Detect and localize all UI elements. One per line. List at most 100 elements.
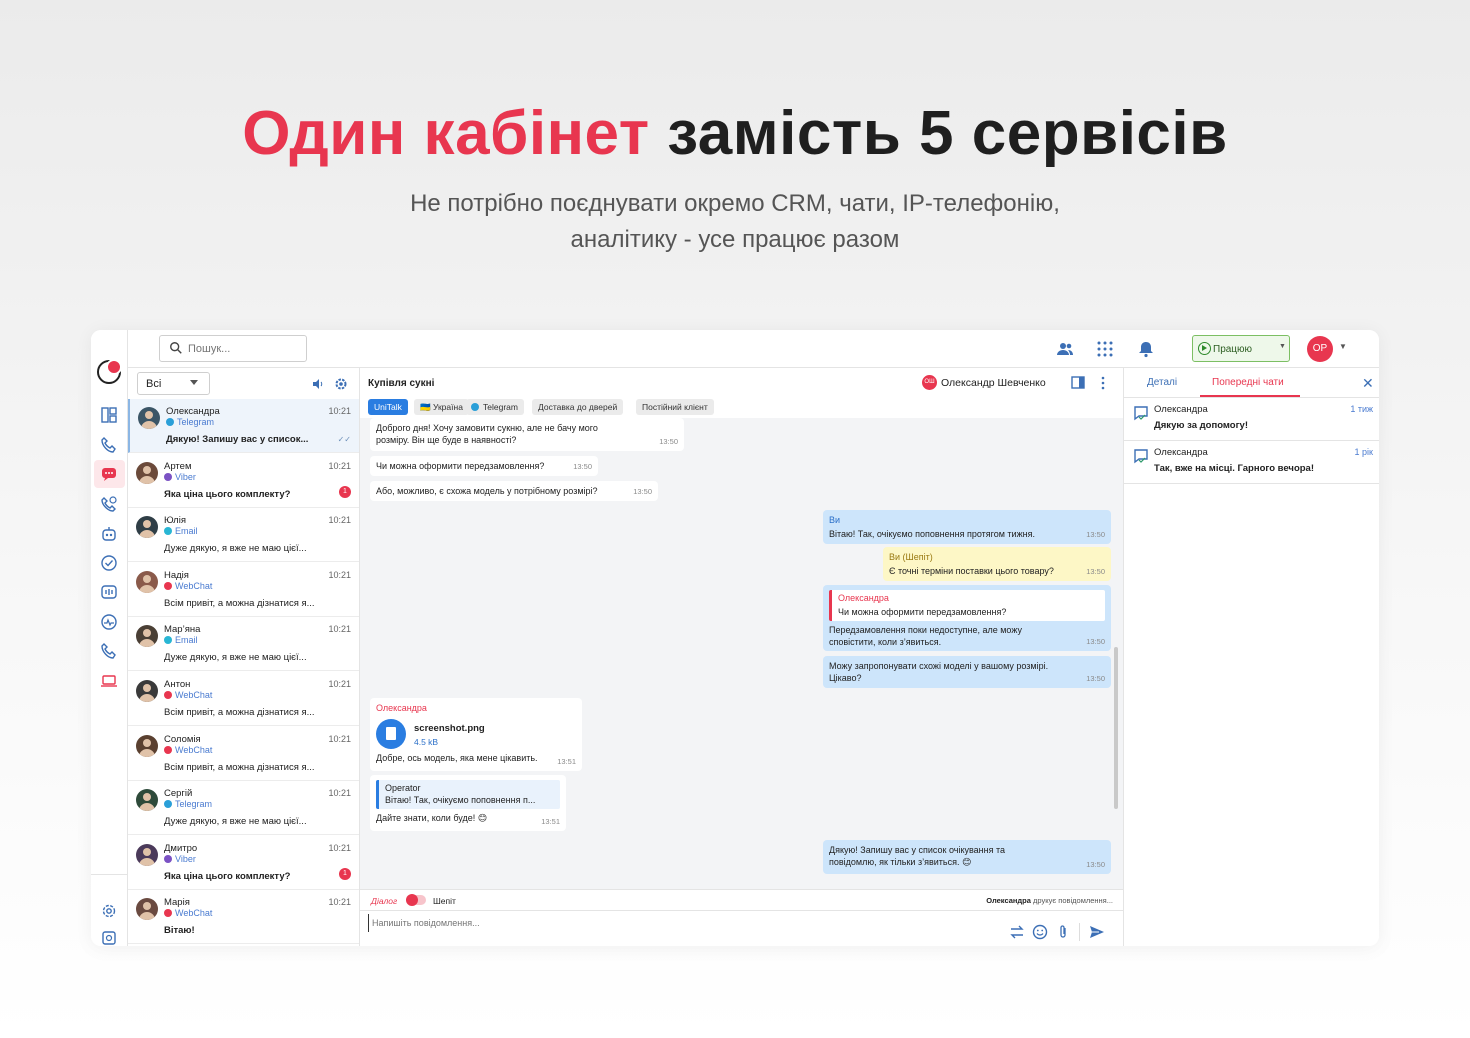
panel-toggle-icon[interactable] (1071, 376, 1085, 389)
check-circle-icon[interactable] (100, 554, 118, 572)
filter-dropdown[interactable]: Всі (137, 372, 210, 395)
previous-chat-message: Дякую за допомогу! (1154, 420, 1248, 431)
conversation-channel: Viber (164, 854, 196, 864)
search-box[interactable] (159, 335, 307, 362)
agent-name[interactable]: Олександр Шевченко (941, 377, 1046, 389)
file-attachment[interactable]: screenshot.png 4.5 kB (376, 718, 576, 753)
conversation-preview: Дякую! Запишу вас у список... (166, 434, 309, 445)
nav-divider (91, 874, 128, 875)
tag-unitalk[interactable]: UniTalk (368, 399, 408, 415)
conversation-time: 10:21 (328, 460, 351, 471)
conversation-item[interactable]: Дмитро Viber 10:21 Яка ціна цього комплекту… (128, 836, 359, 890)
laptop-icon[interactable] (100, 672, 118, 690)
emoji-icon[interactable] (1032, 924, 1048, 940)
message-text: Доброго дня! Хочу замовити сукню, але не… (376, 423, 598, 445)
channel-icon (164, 800, 172, 809)
previous-chat-message: Так, вже на місці. Гарного вечора! (1154, 463, 1314, 474)
tag-telegram[interactable]: Telegram (466, 399, 524, 415)
bot-icon[interactable] (100, 525, 118, 543)
attachment-icon[interactable] (1055, 924, 1071, 940)
mode-toggle[interactable] (406, 894, 426, 906)
billing-icon[interactable] (100, 928, 118, 946)
channel-label: WebChat (175, 908, 213, 919)
gear-icon[interactable] (100, 902, 118, 920)
analytics-icon[interactable] (100, 613, 118, 631)
apps-grid-icon[interactable] (1096, 340, 1114, 358)
conversation-channel: Viber (164, 472, 196, 482)
previous-chat-item[interactable]: Олександра 1 тиж Дякую за допомогу! (1124, 398, 1379, 441)
tag-delivery[interactable]: Доставка до дверей (532, 399, 624, 415)
message-text: Є точні терміни поставки цього товару? (889, 565, 1054, 576)
sound-icon[interactable] (312, 378, 324, 390)
channel-label: WebChat (175, 744, 213, 755)
play-icon (1198, 342, 1211, 355)
conversation-preview: Всім привіт, а можна дізнатися я... (164, 707, 315, 718)
app-logo[interactable] (97, 359, 122, 384)
quoted-message[interactable]: Олександра Чи можна оформити передзамовл… (829, 590, 1105, 621)
conversation-time: 10:21 (328, 842, 351, 853)
chat-icon[interactable] (100, 465, 118, 483)
call-history-icon[interactable] (100, 495, 118, 513)
unread-badge: 1 (339, 485, 351, 498)
conversation-item[interactable]: Мар’яна Email 10:21 Дуже дякую, я вже не ма… (128, 617, 359, 672)
quote-text: Чи можна оформити передзамовлення? (838, 606, 1007, 617)
conversation-time: 10:21 (328, 679, 351, 689)
file-icon (376, 718, 406, 749)
conversation-preview: Вітаю! (164, 925, 195, 937)
conversation-item[interactable]: Антон WebChat 10:21 Всім привіт, а можна ді… (128, 672, 359, 726)
conversation-time: 10:21 (328, 515, 351, 526)
scrollbar[interactable] (1114, 647, 1118, 809)
tag-regular-client[interactable]: Постійний клієнт (636, 399, 714, 415)
agent-avatar: ОШ (922, 375, 937, 390)
avatar (136, 680, 158, 702)
channel-icon (164, 581, 172, 590)
conversation-channel: Email (164, 635, 198, 645)
close-icon[interactable]: ✕ (1362, 375, 1374, 392)
quoted-message[interactable]: Operator Вітаю! Так, очікуємо поповнення… (376, 780, 560, 809)
quote-text: Вітаю! Так, очікуємо поповнення п... (385, 794, 536, 805)
message-time: 13:51 (557, 756, 576, 766)
conversation-preview: Всім привіт, а можна дізнатися я... (164, 761, 315, 773)
conversation-time: 10:21 (328, 624, 351, 635)
send-icon[interactable] (1089, 924, 1105, 940)
status-label: Працюю (1213, 344, 1253, 355)
tab-previous-chats[interactable]: Попередні чати (1212, 377, 1284, 388)
conversation-time: 10:21 (328, 406, 351, 416)
gear-icon[interactable] (334, 377, 348, 391)
conversation-item[interactable]: Надія WebChat 10:21 Всім привіт, а можна ді… (128, 563, 359, 617)
user-avatar[interactable]: ОР (1307, 336, 1333, 362)
previous-chat-item[interactable]: Олександра 1 рік Так, вже на місці. Гарног… (1124, 441, 1379, 484)
tab-details[interactable]: Деталі (1147, 377, 1177, 388)
voice-icon[interactable] (100, 583, 118, 601)
bell-icon[interactable] (1137, 340, 1155, 358)
message-input[interactable] (368, 914, 988, 932)
tag-ukraine[interactable]: 🇺🇦 Україна (414, 399, 469, 415)
channel-label: Telegram (177, 417, 215, 427)
conversation-item[interactable]: Марія WebChat 10:21 Вітаю! (128, 890, 359, 945)
swap-icon[interactable] (1009, 924, 1025, 940)
hero-subtitle-line1: Не потрібно поєднувати окремо CRM, чати,… (410, 190, 1060, 217)
message-incoming-file: Олександра screenshot.png 4.5 kB Добре, … (370, 698, 582, 771)
conversation-name: Соломія (164, 733, 201, 745)
details-panel: Деталі Попередні чати ✕ Олександра 1 тиж Д… (1123, 368, 1379, 946)
mode-dialog-label[interactable]: Діалог (371, 896, 397, 906)
conversation-item[interactable]: Сергій Telegram 10:21 Дуже дякую, я вже не … (128, 781, 359, 836)
conversation-item[interactable]: Артем Viber 10:21 Яка ціна цього комплекту?… (128, 454, 359, 508)
conversation-name: Артем (164, 460, 192, 472)
more-vertical-icon[interactable] (1100, 376, 1106, 390)
users-icon[interactable] (1056, 340, 1074, 358)
message-text: Дякую! Запишу вас у список очікування та… (829, 845, 1006, 867)
conversation-item[interactable]: Юлія Email 10:21 Дуже дякую, я вже не маю ц… (128, 508, 359, 563)
search-icon (170, 342, 182, 354)
status-dropdown[interactable]: Працюю ▼ (1192, 335, 1290, 362)
mode-whisper-label[interactable]: Шепіт (433, 896, 456, 906)
phone-settings-icon[interactable] (100, 642, 118, 660)
conversation-item[interactable]: Олександра Telegram 10:21 Дякую! Запишу вас… (128, 399, 359, 453)
previous-chat-name: Олександра (1154, 447, 1208, 458)
message-author: Олександра (376, 703, 427, 713)
dashboard-icon[interactable] (100, 406, 118, 424)
phone-icon[interactable] (100, 436, 118, 454)
search-input[interactable] (188, 340, 300, 358)
chevron-down-icon[interactable]: ▼ (1339, 342, 1347, 351)
conversation-item[interactable]: Соломія WebChat 10:21 Всім привіт, а можна … (128, 727, 359, 781)
